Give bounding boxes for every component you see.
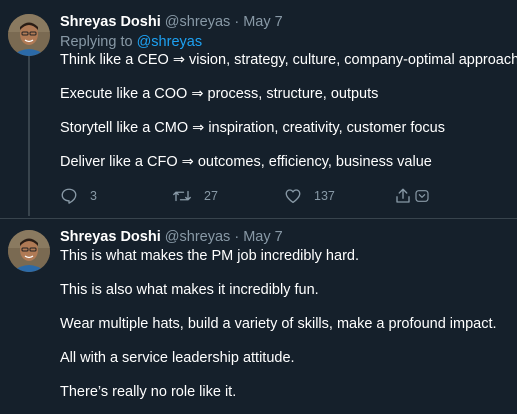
tweet-text-line: Storytell like a CMO ⇒ inspiration, crea…	[60, 120, 445, 136]
author-name[interactable]: Shreyas Doshi	[60, 14, 161, 30]
tweet-date[interactable]: May 7	[243, 14, 283, 30]
share-button[interactable]	[394, 186, 412, 206]
avatar[interactable]	[8, 14, 50, 56]
tweet-text-line: Deliver like a CFO ⇒ outcomes, efficienc…	[60, 154, 432, 170]
separator: ·	[234, 229, 240, 245]
tweet-header: Shreyas Doshi @shreyas · May 7	[60, 13, 283, 31]
chevron-down-icon	[414, 188, 430, 204]
tweet-date[interactable]: May 7	[243, 229, 283, 245]
separator: ·	[234, 14, 240, 30]
replying-mention-link[interactable]: @shreyas	[137, 34, 203, 50]
more-options-button[interactable]	[414, 186, 430, 206]
heart-icon	[284, 187, 302, 205]
avatar[interactable]	[8, 230, 50, 272]
tweet-text-line: There’s really no role like it.	[60, 384, 237, 400]
author-handle[interactable]: @shreyas	[165, 229, 231, 245]
thread-connector-line	[28, 56, 30, 216]
tweet-actions: 3 27 137	[60, 186, 500, 206]
tweet-text-line: All with a service leadership attitude.	[60, 350, 295, 366]
author-handle[interactable]: @shreyas	[165, 14, 231, 30]
tweet-2[interactable]: Shreyas Doshi @shreyas · May 7 This is w…	[0, 219, 517, 414]
tweet-text-line: Think like a CEO ⇒ vision, strategy, cul…	[60, 52, 517, 68]
reply-button[interactable]: 3	[60, 186, 97, 206]
author-name[interactable]: Shreyas Doshi	[60, 229, 161, 245]
share-icon	[394, 187, 412, 205]
tweet-text-line: Execute like a COO ⇒ process, structure,…	[60, 86, 379, 102]
tweet-text-line: This is what makes the PM job incredibly…	[60, 248, 359, 264]
tweet-text-line: Wear multiple hats, build a variety of s…	[60, 316, 497, 332]
reply-count: 3	[90, 189, 97, 203]
tweet-header: Shreyas Doshi @shreyas · May 7	[60, 228, 283, 246]
tweet-1[interactable]: Shreyas Doshi @shreyas · May 7 Replying …	[0, 0, 517, 218]
like-button[interactable]: 137	[284, 186, 335, 206]
tweet-text-line: This is also what makes it incredibly fu…	[60, 282, 319, 298]
retweet-count: 27	[204, 189, 218, 203]
like-count: 137	[314, 189, 335, 203]
retweet-button[interactable]: 27	[172, 186, 218, 206]
retweet-icon	[172, 187, 192, 205]
reply-icon	[60, 187, 78, 205]
replying-label: Replying to	[60, 34, 133, 50]
replying-to: Replying to @shreyas	[60, 33, 202, 51]
